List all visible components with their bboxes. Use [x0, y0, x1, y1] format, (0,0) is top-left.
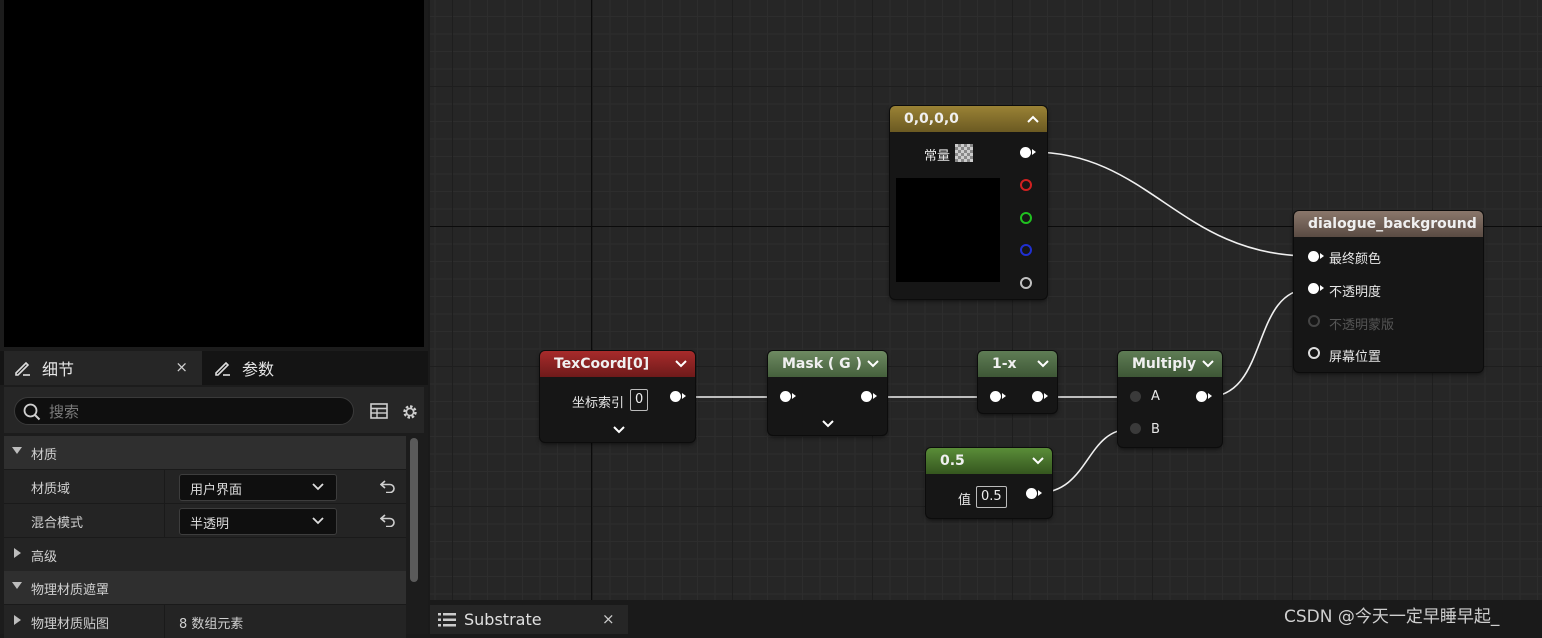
- pin-screen-position-label: 屏幕位置: [1329, 350, 1382, 365]
- output-pin[interactable]: [1032, 391, 1048, 402]
- tab-substrate-label: Substrate: [464, 610, 542, 629]
- pin-opacity-label: 不透明度: [1329, 285, 1382, 300]
- output-pin[interactable]: [1026, 488, 1042, 499]
- input-pin-b[interactable]: [1130, 423, 1141, 434]
- node-title: 0,0,0,0: [904, 111, 959, 127]
- output-pin-r[interactable]: [1020, 179, 1032, 191]
- pin-opacity-mask-label: 不透明蒙版: [1329, 318, 1395, 333]
- coordinate-index-label: 坐标索引: [572, 396, 625, 411]
- pin-b-label: B: [1151, 422, 1160, 437]
- node-header[interactable]: Multiply: [1118, 351, 1222, 377]
- chevron-down-icon[interactable]: [822, 420, 834, 428]
- node-header[interactable]: Mask ( G ): [768, 351, 887, 377]
- node-component-mask[interactable]: Mask ( G ): [768, 351, 887, 435]
- wire-const4-to-final-color: [1031, 151, 1311, 257]
- node-multiply[interactable]: Multiply A B: [1118, 351, 1222, 447]
- node-title: Mask ( G ): [782, 356, 862, 372]
- close-icon[interactable]: ×: [602, 610, 615, 628]
- node-title: dialogue_background: [1308, 216, 1477, 232]
- input-pin-a[interactable]: [1130, 391, 1141, 402]
- node-header[interactable]: 0,0,0,0: [890, 106, 1047, 132]
- chevron-down-icon[interactable]: [1202, 360, 1214, 368]
- list-icon: [438, 613, 456, 627]
- input-pin-opacity-mask[interactable]: [1308, 315, 1320, 327]
- pin-final-color-label: 最终颜色: [1329, 252, 1382, 267]
- node-title: 0.5: [940, 453, 965, 469]
- color-preview: [896, 178, 1000, 282]
- input-pin-opacity[interactable]: [1308, 283, 1324, 294]
- value-label: 值: [958, 493, 972, 508]
- node-constant4vector[interactable]: 0,0,0,0 常量: [890, 106, 1047, 299]
- coordinate-index-input[interactable]: 0: [630, 389, 649, 411]
- node-title: TexCoord[0]: [554, 356, 650, 372]
- node-title: Multiply: [1132, 356, 1197, 372]
- node-header[interactable]: dialogue_background: [1294, 211, 1483, 237]
- node-constant[interactable]: 0.5 值 0.5: [926, 448, 1052, 518]
- chevron-down-icon[interactable]: [675, 360, 687, 368]
- node-header[interactable]: 1-x: [978, 351, 1057, 377]
- chevron-down-icon[interactable]: [1032, 457, 1044, 465]
- node-header[interactable]: 0.5: [926, 448, 1052, 474]
- chevron-down-icon[interactable]: [613, 426, 625, 434]
- input-pin-final-color[interactable]: [1308, 251, 1324, 262]
- node-title: 1-x: [992, 356, 1017, 372]
- output-pin-b[interactable]: [1020, 244, 1032, 256]
- watermark: CSDN @今天一定早睡早起_: [1284, 607, 1500, 627]
- output-pin-a[interactable]: [1020, 277, 1032, 289]
- node-one-minus[interactable]: 1-x: [978, 351, 1057, 413]
- output-pin[interactable]: [861, 391, 877, 402]
- chevron-down-icon[interactable]: [867, 360, 879, 368]
- chevron-up-icon[interactable]: [1027, 115, 1039, 123]
- output-pin[interactable]: [1196, 391, 1212, 402]
- checker-swatch: [955, 144, 973, 162]
- input-pin-screen-position[interactable]: [1308, 347, 1320, 359]
- input-pin[interactable]: [990, 391, 1006, 402]
- tab-substrate[interactable]: Substrate ×: [430, 605, 628, 634]
- constant-label: 常量: [924, 149, 951, 164]
- value-input[interactable]: 0.5: [976, 486, 1007, 508]
- output-pin-g[interactable]: [1020, 212, 1032, 224]
- node-material-result[interactable]: dialogue_background 最终颜色 不透明度 不透明蒙版 屏幕位置: [1294, 211, 1483, 372]
- output-pin[interactable]: [670, 391, 686, 402]
- output-pin-rgba[interactable]: [1020, 147, 1036, 158]
- chevron-down-icon[interactable]: [1037, 360, 1049, 368]
- input-pin[interactable]: [780, 391, 796, 402]
- pin-a-label: A: [1151, 389, 1160, 404]
- node-texcoord[interactable]: TexCoord[0] 坐标索引 0: [540, 351, 695, 442]
- node-header[interactable]: TexCoord[0]: [540, 351, 695, 377]
